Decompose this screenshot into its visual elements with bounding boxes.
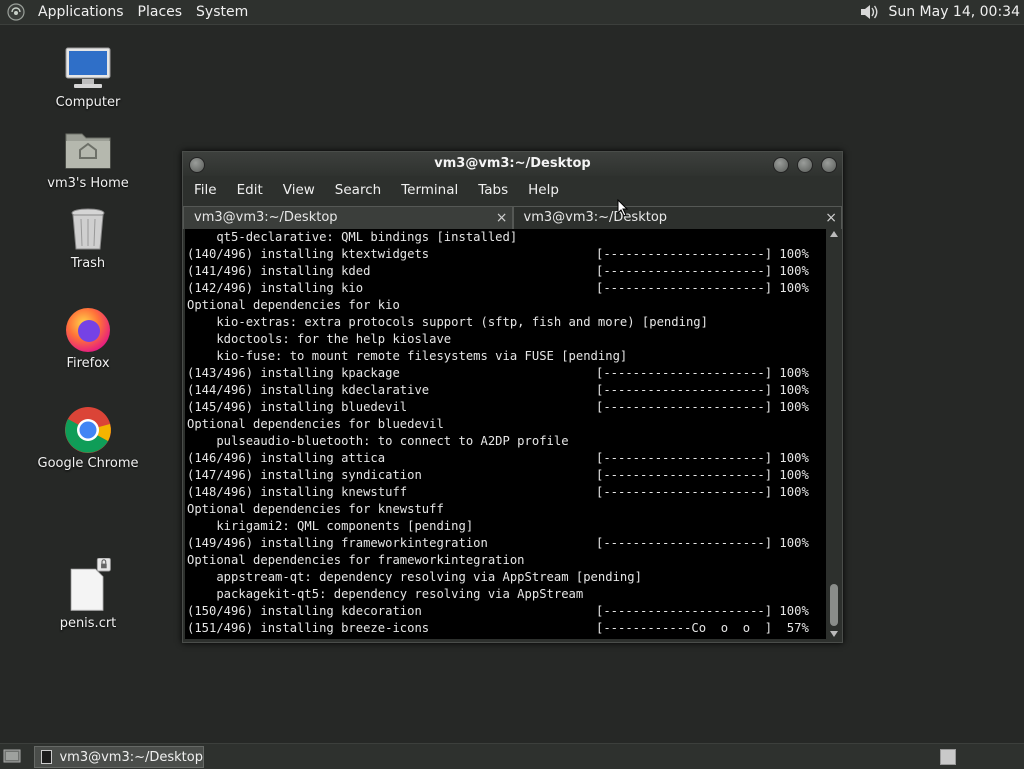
terminal-line: (146/496) installing attica — [187, 451, 386, 465]
places-menu[interactable]: Places — [131, 0, 190, 24]
terminal-line: qt5-declarative: QML bindings [installed… — [187, 230, 518, 244]
menu-help[interactable]: Help — [517, 182, 568, 198]
terminal-line: packagekit-qt5: dependency resolving via… — [187, 587, 584, 601]
progress-bar-text: [----------------------] 100% — [596, 451, 809, 465]
terminal-line: (142/496) installing kio — [187, 281, 364, 295]
menu-edit[interactable]: Edit — [226, 182, 272, 198]
terminal-line: (147/496) installing syndication — [187, 468, 422, 482]
scroll-down-arrow-icon[interactable] — [830, 631, 838, 637]
terminal-line: (149/496) installing frameworkintegratio… — [187, 536, 488, 550]
terminal-line: kio-extras: extra protocols support (sft… — [187, 315, 708, 329]
progress-bar-text: [----------------------] 100% — [596, 400, 809, 414]
menu-file[interactable]: File — [183, 182, 226, 198]
show-desktop-icon[interactable] — [3, 748, 21, 764]
terminal-line: (144/496) installing kdeclarative — [187, 383, 430, 397]
volume-icon[interactable] — [858, 2, 880, 22]
terminal-line: (151/496) installing breeze-icons — [187, 621, 430, 635]
terminal-scrollbar[interactable] — [828, 229, 840, 639]
close-window-button[interactable] — [821, 157, 837, 173]
terminal-line: kio-fuse: to mount remote filesystems vi… — [187, 349, 628, 363]
mouse-cursor-icon — [617, 199, 629, 217]
terminal-line: kirigami2: QML components [pending] — [187, 519, 474, 533]
terminal-line: (145/496) installing bluedevil — [187, 400, 408, 414]
terminal-output[interactable]: qt5-declarative: QML bindings [installed… — [185, 229, 826, 639]
terminal-line: (150/496) installing kdecoration — [187, 604, 422, 618]
desktop-icon-label: penis.crt — [59, 616, 117, 631]
terminal-line: (148/496) installing knewstuff — [187, 485, 408, 499]
progress-bar-text: [----------------------] 100% — [596, 485, 809, 499]
tab-label: vm3@vm3:~/Desktop — [523, 210, 668, 225]
desktop-icon-label: Trash — [70, 256, 106, 271]
firefox-icon — [66, 308, 110, 352]
terminal-tab-2[interactable]: vm3@vm3:~/Desktop × — [512, 206, 842, 229]
terminal-line: Optional dependencies for knewstuff — [187, 502, 444, 516]
close-tab-icon[interactable]: × — [825, 207, 837, 229]
system-menu[interactable]: System — [189, 0, 255, 24]
window-titlebar[interactable]: vm3@vm3:~/Desktop — [183, 152, 842, 176]
bottom-panel: vm3@vm3:~/Desktop — [0, 743, 1024, 769]
terminal-line: Optional dependencies for bluedevil — [187, 417, 444, 431]
clock[interactable]: Sun May 14, 00:34 — [888, 4, 1020, 20]
desktop-icon-chrome[interactable]: Google Chrome — [33, 406, 143, 472]
desktop-icon-label: Computer — [55, 95, 121, 110]
menu-search[interactable]: Search — [324, 182, 390, 198]
taskbar-window-label: vm3@vm3:~/Desktop — [59, 749, 203, 765]
computer-icon — [65, 47, 111, 88]
menu-terminal[interactable]: Terminal — [390, 182, 467, 198]
progress-bar-text: [----------------------] 100% — [596, 536, 809, 550]
taskbar-window-button[interactable]: vm3@vm3:~/Desktop — [34, 746, 204, 768]
window-title: vm3@vm3:~/Desktop — [434, 156, 591, 171]
distro-logo-icon[interactable] — [7, 3, 25, 21]
tab-label: vm3@vm3:~/Desktop — [194, 210, 338, 225]
terminal-line: kdoctools: for the help kioslave — [187, 332, 452, 346]
desktop-icon-firefox[interactable]: Firefox — [33, 306, 143, 372]
file-icon — [70, 558, 111, 611]
menu-view[interactable]: View — [272, 182, 324, 198]
progress-bar-text: [----------------------] 100% — [596, 281, 809, 295]
applications-menu[interactable]: Applications — [31, 0, 131, 24]
desktop-icon-label: Google Chrome — [37, 456, 139, 471]
progress-bar-text: [------------Co o o ] 57% — [596, 621, 809, 635]
desktop-icon-certificate-file[interactable]: penis.crt — [33, 558, 143, 632]
terminal-line: (143/496) installing kpackage — [187, 366, 400, 380]
minimize-button[interactable] — [773, 157, 789, 173]
terminal-line: pulseaudio-bluetooth: to connect to A2DP… — [187, 434, 569, 448]
scrollbar-thumb[interactable] — [830, 584, 838, 626]
progress-bar-text: [----------------------] 100% — [596, 468, 809, 482]
progress-bar-text: [----------------------] 100% — [596, 383, 809, 397]
desktop-icon-trash[interactable]: Trash — [33, 206, 143, 272]
desktop-icon-computer[interactable]: Computer — [33, 45, 143, 111]
top-panel: Applications Places System Sun May 14, 0… — [0, 0, 1024, 25]
terminal-icon — [41, 750, 53, 764]
terminal-line: appstream-qt: dependency resolving via A… — [187, 570, 642, 584]
close-tab-icon[interactable]: × — [496, 207, 508, 229]
desktop-icon-home[interactable]: vm3's Home — [33, 126, 143, 192]
workspace-switcher[interactable] — [940, 749, 956, 765]
scroll-up-arrow-icon[interactable] — [830, 231, 838, 237]
terminal-window[interactable]: vm3@vm3:~/Desktop File Edit View Search … — [182, 151, 843, 643]
home-folder-icon — [65, 133, 111, 169]
terminal-menubar: File Edit View Search Terminal Tabs Help — [183, 178, 842, 202]
progress-bar-text: [----------------------] 100% — [596, 366, 809, 380]
desktop-icon-label: Firefox — [66, 356, 110, 371]
chrome-icon — [65, 407, 111, 453]
menu-tabs[interactable]: Tabs — [467, 182, 517, 198]
progress-bar-text: [----------------------] 100% — [596, 247, 809, 261]
terminal-line: Optional dependencies for kio — [187, 298, 400, 312]
terminal-line: Optional dependencies for frameworkinteg… — [187, 553, 525, 567]
terminal-line: (140/496) installing ktextwidgets — [187, 247, 430, 261]
maximize-button[interactable] — [797, 157, 813, 173]
terminal-line: (141/496) installing kded — [187, 264, 371, 278]
progress-bar-text: [----------------------] 100% — [596, 604, 809, 618]
terminal-tab-1[interactable]: vm3@vm3:~/Desktop × — [183, 206, 513, 229]
desktop-icon-label: vm3's Home — [47, 176, 129, 191]
trash-icon — [71, 208, 105, 250]
top-panel-tray: Sun May 14, 00:34 — [858, 0, 1020, 24]
progress-bar-text: [----------------------] 100% — [596, 264, 809, 278]
terminal-tabbar: vm3@vm3:~/Desktop × vm3@vm3:~/Desktop × — [183, 206, 842, 229]
